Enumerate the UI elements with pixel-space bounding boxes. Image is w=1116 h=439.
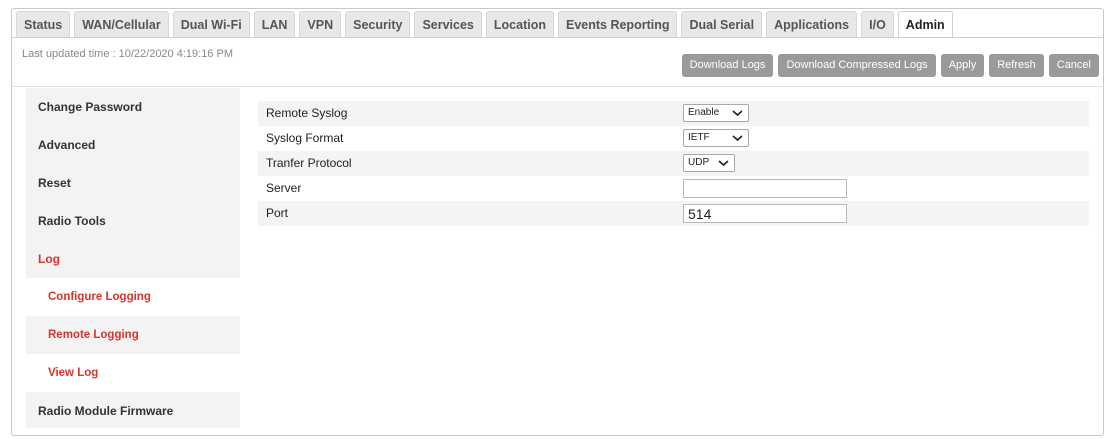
form-row-remote-syslog: Remote Syslog Enable: [258, 101, 1089, 126]
tab-io[interactable]: I/O: [861, 11, 894, 37]
sidebar-item-radio-module-firmware[interactable]: Radio Module Firmware: [26, 392, 240, 430]
refresh-button[interactable]: Refresh: [989, 54, 1044, 77]
server-label: Server: [266, 181, 302, 195]
action-buttons: Download Logs Download Compressed Logs A…: [681, 54, 1099, 77]
tab-applications[interactable]: Applications: [766, 11, 858, 37]
remote-syslog-label: Remote Syslog: [266, 106, 348, 120]
tab-security[interactable]: Security: [345, 11, 411, 37]
form-row-port: Port: [258, 201, 1089, 226]
form-row-syslog-format: Syslog Format IETF: [258, 126, 1089, 151]
sidebar-subitem-configure-logging[interactable]: Configure Logging: [26, 278, 240, 316]
transfer-protocol-label: Tranfer Protocol: [266, 156, 352, 170]
tab-services[interactable]: Services: [414, 11, 482, 37]
port-label: Port: [266, 206, 289, 220]
tab-dual-serial[interactable]: Dual Serial: [681, 11, 763, 37]
download-compressed-logs-button[interactable]: Download Compressed Logs: [778, 54, 936, 77]
apply-button[interactable]: Apply: [940, 54, 985, 77]
syslog-format-select[interactable]: IETF: [683, 129, 749, 147]
tab-location[interactable]: Location: [485, 11, 554, 37]
tab-divider: [11, 37, 1104, 38]
form-row-transfer-protocol: Tranfer Protocol UDP: [258, 151, 1089, 176]
tab-events-reporting[interactable]: Events Reporting: [557, 11, 678, 37]
chevron-down-icon: [718, 160, 729, 167]
remote-logging-form: Remote Syslog Enable Syslog Format IETF …: [258, 101, 1089, 226]
server-input[interactable]: [683, 179, 847, 198]
last-updated-text: Last updated time : 10/22/2020 4:19:16 P…: [22, 48, 233, 60]
sidebar-subitem-view-log[interactable]: View Log: [26, 354, 240, 392]
chevron-down-icon: [732, 135, 743, 142]
sidebar-item-radio-tools[interactable]: Radio Tools: [26, 202, 240, 240]
tab-vpn[interactable]: VPN: [299, 11, 342, 37]
sidebar-item-log[interactable]: Log: [26, 240, 240, 278]
header-divider: [11, 86, 1104, 87]
tab-wan-cellular[interactable]: WAN/Cellular: [74, 11, 169, 37]
remote-syslog-select[interactable]: Enable: [683, 104, 749, 122]
sidebar-subitem-remote-logging[interactable]: Remote Logging: [26, 316, 240, 354]
tab-lan[interactable]: LAN: [253, 11, 296, 37]
sidebar: Change Password Advanced Reset Radio Too…: [26, 88, 240, 428]
sidebar-item-change-password[interactable]: Change Password: [26, 88, 240, 126]
transfer-protocol-select[interactable]: UDP: [683, 154, 735, 172]
syslog-format-label: Syslog Format: [266, 131, 344, 145]
tab-dual-wifi[interactable]: Dual Wi-Fi: [172, 11, 250, 37]
chevron-down-icon: [732, 110, 743, 117]
tab-admin[interactable]: Admin: [897, 11, 953, 37]
sidebar-item-reset[interactable]: Reset: [26, 164, 240, 202]
remote-syslog-value: Enable: [688, 107, 720, 118]
port-input[interactable]: [683, 204, 847, 223]
tab-status[interactable]: Status: [16, 11, 71, 37]
transfer-protocol-value: UDP: [688, 157, 710, 168]
syslog-format-value: IETF: [688, 132, 710, 143]
sidebar-item-advanced[interactable]: Advanced: [26, 126, 240, 164]
download-logs-button[interactable]: Download Logs: [681, 54, 774, 77]
tab-bar: Status WAN/Cellular Dual Wi-Fi LAN VPN S…: [16, 11, 953, 37]
cancel-button[interactable]: Cancel: [1048, 54, 1099, 77]
form-row-server: Server: [258, 176, 1089, 201]
